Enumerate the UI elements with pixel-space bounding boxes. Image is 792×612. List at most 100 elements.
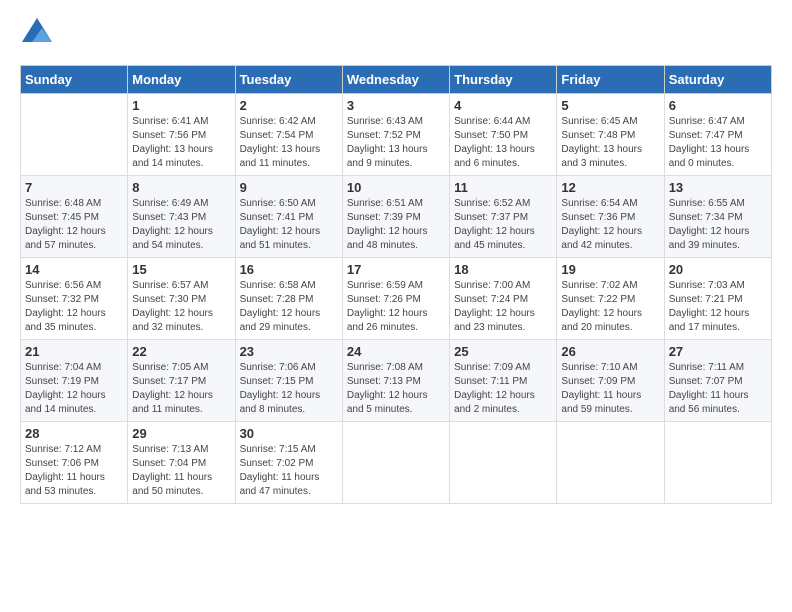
day-info: Sunrise: 6:54 AMSunset: 7:36 PMDaylight:… — [561, 197, 659, 253]
day-info: Sunrise: 6:52 AMSunset: 7:37 PMDaylight:… — [454, 197, 552, 253]
day-number: 4 — [454, 98, 552, 113]
day-info: Sunrise: 7:08 AMSunset: 7:13 PMDaylight:… — [347, 361, 445, 417]
day-info: Sunrise: 7:13 AMSunset: 7:04 PMDaylight:… — [132, 443, 230, 499]
calendar-cell: 18 Sunrise: 7:00 AMSunset: 7:24 PMDayligh… — [450, 258, 557, 340]
calendar-cell — [342, 422, 449, 504]
day-number: 17 — [347, 262, 445, 277]
day-number: 22 — [132, 344, 230, 359]
calendar-cell: 19 Sunrise: 7:02 AMSunset: 7:22 PMDayligh… — [557, 258, 664, 340]
calendar-cell: 7 Sunrise: 6:48 AMSunset: 7:45 PMDaylight… — [21, 176, 128, 258]
calendar-cell: 27 Sunrise: 7:11 AMSunset: 7:07 PMDayligh… — [664, 340, 771, 422]
day-number: 12 — [561, 180, 659, 195]
day-info: Sunrise: 7:06 AMSunset: 7:15 PMDaylight:… — [240, 361, 338, 417]
day-number: 20 — [669, 262, 767, 277]
day-info: Sunrise: 7:02 AMSunset: 7:22 PMDaylight:… — [561, 279, 659, 335]
calendar-cell: 5 Sunrise: 6:45 AMSunset: 7:48 PMDaylight… — [557, 94, 664, 176]
day-number: 27 — [669, 344, 767, 359]
day-info: Sunrise: 6:49 AMSunset: 7:43 PMDaylight:… — [132, 197, 230, 253]
calendar-cell: 3 Sunrise: 6:43 AMSunset: 7:52 PMDaylight… — [342, 94, 449, 176]
calendar-cell: 29Sunrise: 7:13 AMSunset: 7:04 PMDayligh… — [128, 422, 235, 504]
day-info: Sunrise: 6:47 AMSunset: 7:47 PMDaylight:… — [669, 115, 767, 171]
calendar-cell: 25 Sunrise: 7:09 AMSunset: 7:11 PMDayligh… — [450, 340, 557, 422]
day-number: 6 — [669, 98, 767, 113]
week-row-5: 28 Sunrise: 7:12 AMSunset: 7:06 PMDayligh… — [21, 422, 772, 504]
calendar-cell: 16 Sunrise: 6:58 AMSunset: 7:28 PMDayligh… — [235, 258, 342, 340]
calendar-cell: 26Sunrise: 7:10 AMSunset: 7:09 PMDayligh… — [557, 340, 664, 422]
day-info: Sunrise: 7:15 AMSunset: 7:02 PMDaylight:… — [240, 443, 338, 499]
day-info: Sunrise: 6:59 AMSunset: 7:26 PMDaylight:… — [347, 279, 445, 335]
day-number: 2 — [240, 98, 338, 113]
day-number: 14 — [25, 262, 123, 277]
day-info: Sunrise: 6:58 AMSunset: 7:28 PMDaylight:… — [240, 279, 338, 335]
day-number: 16 — [240, 262, 338, 277]
day-number: 3 — [347, 98, 445, 113]
weekday-header-thursday: Thursday — [450, 66, 557, 94]
day-number: 19 — [561, 262, 659, 277]
day-info: Sunrise: 6:50 AMSunset: 7:41 PMDaylight:… — [240, 197, 338, 253]
week-row-4: 21 Sunrise: 7:04 AMSunset: 7:19 PMDayligh… — [21, 340, 772, 422]
day-number: 7 — [25, 180, 123, 195]
week-row-2: 7 Sunrise: 6:48 AMSunset: 7:45 PMDaylight… — [21, 176, 772, 258]
calendar-cell: 17 Sunrise: 6:59 AMSunset: 7:26 PMDayligh… — [342, 258, 449, 340]
weekday-header-tuesday: Tuesday — [235, 66, 342, 94]
day-info: Sunrise: 6:56 AMSunset: 7:32 PMDaylight:… — [25, 279, 123, 335]
day-number: 21 — [25, 344, 123, 359]
calendar-cell: 11Sunrise: 6:52 AMSunset: 7:37 PMDayligh… — [450, 176, 557, 258]
day-info: Sunrise: 7:03 AMSunset: 7:21 PMDaylight:… — [669, 279, 767, 335]
day-number: 24 — [347, 344, 445, 359]
day-number: 23 — [240, 344, 338, 359]
weekday-header-sunday: Sunday — [21, 66, 128, 94]
calendar-cell: 4Sunrise: 6:44 AMSunset: 7:50 PMDaylight… — [450, 94, 557, 176]
day-info: Sunrise: 7:04 AMSunset: 7:19 PMDaylight:… — [25, 361, 123, 417]
week-row-1: 1 Sunrise: 6:41 AMSunset: 7:56 PMDaylight… — [21, 94, 772, 176]
weekday-header-row: SundayMondayTuesdayWednesdayThursdayFrid… — [21, 66, 772, 94]
day-number: 1 — [132, 98, 230, 113]
calendar-cell: 2Sunrise: 6:42 AMSunset: 7:54 PMDaylight… — [235, 94, 342, 176]
day-number: 13 — [669, 180, 767, 195]
calendar-cell: 10 Sunrise: 6:51 AMSunset: 7:39 PMDayligh… — [342, 176, 449, 258]
week-row-3: 14 Sunrise: 6:56 AMSunset: 7:32 PMDayligh… — [21, 258, 772, 340]
calendar-cell: 23 Sunrise: 7:06 AMSunset: 7:15 PMDayligh… — [235, 340, 342, 422]
day-info: Sunrise: 7:09 AMSunset: 7:11 PMDaylight:… — [454, 361, 552, 417]
day-number: 8 — [132, 180, 230, 195]
day-info: Sunrise: 6:41 AMSunset: 7:56 PMDaylight:… — [132, 115, 230, 171]
weekday-header-friday: Friday — [557, 66, 664, 94]
weekday-header-saturday: Saturday — [664, 66, 771, 94]
calendar-cell: 20 Sunrise: 7:03 AMSunset: 7:21 PMDayligh… — [664, 258, 771, 340]
day-number: 9 — [240, 180, 338, 195]
calendar-cell: 22 Sunrise: 7:05 AMSunset: 7:17 PMDayligh… — [128, 340, 235, 422]
day-number: 10 — [347, 180, 445, 195]
day-info: Sunrise: 6:51 AMSunset: 7:39 PMDaylight:… — [347, 197, 445, 253]
day-info: Sunrise: 6:43 AMSunset: 7:52 PMDaylight:… — [347, 115, 445, 171]
calendar-cell — [21, 94, 128, 176]
weekday-header-monday: Monday — [128, 66, 235, 94]
day-info: Sunrise: 6:48 AMSunset: 7:45 PMDaylight:… — [25, 197, 123, 253]
calendar-cell: 24 Sunrise: 7:08 AMSunset: 7:13 PMDayligh… — [342, 340, 449, 422]
day-info: Sunrise: 7:00 AMSunset: 7:24 PMDaylight:… — [454, 279, 552, 335]
day-number: 15 — [132, 262, 230, 277]
calendar-cell: 13Sunrise: 6:55 AMSunset: 7:34 PMDayligh… — [664, 176, 771, 258]
day-number: 5 — [561, 98, 659, 113]
calendar-cell: 8 Sunrise: 6:49 AMSunset: 7:43 PMDaylight… — [128, 176, 235, 258]
day-info: Sunrise: 7:11 AMSunset: 7:07 PMDaylight:… — [669, 361, 767, 417]
calendar-cell — [450, 422, 557, 504]
calendar-cell — [664, 422, 771, 504]
calendar-table: SundayMondayTuesdayWednesdayThursdayFrid… — [20, 65, 772, 504]
day-number: 30 — [240, 426, 338, 441]
logo-icon — [22, 18, 52, 42]
day-number: 18 — [454, 262, 552, 277]
day-info: Sunrise: 6:45 AMSunset: 7:48 PMDaylight:… — [561, 115, 659, 171]
calendar-cell — [557, 422, 664, 504]
page-header — [20, 20, 772, 49]
day-number: 28 — [25, 426, 123, 441]
day-info: Sunrise: 7:12 AMSunset: 7:06 PMDaylight:… — [25, 443, 123, 499]
logo — [20, 20, 52, 49]
calendar-cell: 28 Sunrise: 7:12 AMSunset: 7:06 PMDayligh… — [21, 422, 128, 504]
calendar-cell: 14 Sunrise: 6:56 AMSunset: 7:32 PMDayligh… — [21, 258, 128, 340]
day-info: Sunrise: 7:05 AMSunset: 7:17 PMDaylight:… — [132, 361, 230, 417]
calendar-cell: 15 Sunrise: 6:57 AMSunset: 7:30 PMDayligh… — [128, 258, 235, 340]
day-number: 25 — [454, 344, 552, 359]
day-info: Sunrise: 7:10 AMSunset: 7:09 PMDaylight:… — [561, 361, 659, 417]
calendar-cell: 9 Sunrise: 6:50 AMSunset: 7:41 PMDaylight… — [235, 176, 342, 258]
day-info: Sunrise: 6:57 AMSunset: 7:30 PMDaylight:… — [132, 279, 230, 335]
